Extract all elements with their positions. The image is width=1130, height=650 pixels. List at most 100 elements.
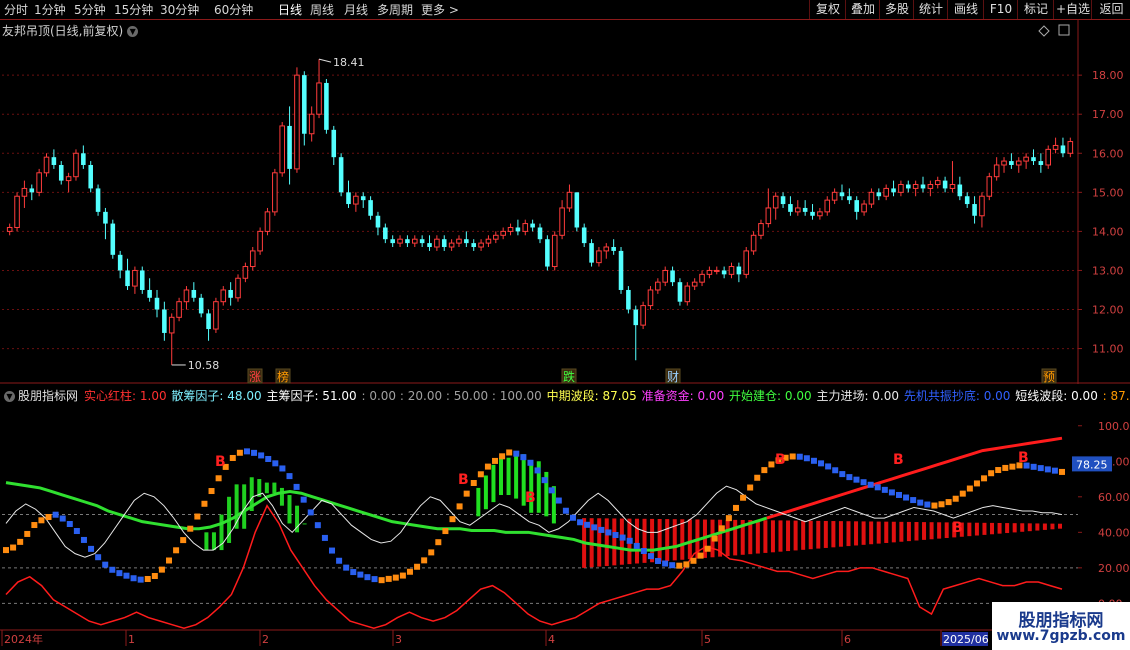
candle-body bbox=[559, 207, 565, 236]
watermark-url: www.7gpzb.com bbox=[996, 628, 1126, 644]
price-tick-label: 11.00 bbox=[1092, 343, 1124, 356]
date-label: 2025/06 bbox=[943, 633, 989, 646]
candle-body bbox=[58, 164, 64, 181]
event-marker-label: 预 bbox=[1043, 370, 1055, 384]
mid-wave-square bbox=[647, 553, 654, 560]
green-volume-bar bbox=[272, 482, 277, 494]
mid-wave-square bbox=[137, 576, 144, 583]
indicator-dropdown-icon[interactable]: ▼ bbox=[4, 391, 15, 402]
red-volume-bar bbox=[642, 518, 647, 563]
mid-wave-square bbox=[881, 486, 888, 493]
indicator-name[interactable]: 股朋指标网 bbox=[18, 389, 78, 403]
window-icon bbox=[1058, 24, 1070, 36]
mid-wave-square bbox=[329, 547, 336, 554]
mid-wave-square bbox=[307, 509, 314, 516]
mid-wave-square bbox=[215, 475, 222, 482]
candle-body bbox=[1009, 161, 1014, 165]
buy-signal-mark: B bbox=[952, 520, 963, 536]
mid-wave-square bbox=[88, 545, 95, 552]
red-volume-bar bbox=[1027, 523, 1032, 532]
red-volume-bar bbox=[869, 521, 874, 545]
candle-body bbox=[117, 254, 123, 271]
mid-wave-square bbox=[966, 485, 973, 492]
mid-wave-square bbox=[463, 490, 470, 497]
mid-wave-square bbox=[669, 562, 676, 569]
mid-wave-square bbox=[10, 544, 17, 551]
candle-body bbox=[1031, 157, 1036, 162]
red-volume-bar bbox=[1020, 523, 1025, 532]
candle-body bbox=[691, 281, 698, 287]
candle-body bbox=[331, 129, 337, 158]
green-volume-bar bbox=[476, 487, 481, 517]
candle-body bbox=[287, 125, 292, 169]
mid-wave-square bbox=[676, 562, 683, 569]
mid-wave-square bbox=[888, 489, 895, 496]
mid-wave-square bbox=[903, 494, 910, 501]
red-volume-bar bbox=[770, 520, 775, 553]
candle-body bbox=[412, 238, 418, 244]
candle-body bbox=[891, 188, 896, 193]
mid-wave-square bbox=[740, 494, 747, 501]
candle-body bbox=[868, 191, 875, 205]
date-label: 2024年 bbox=[4, 632, 43, 646]
mid-wave-square bbox=[612, 532, 619, 539]
red-volume-bar bbox=[786, 520, 791, 552]
mid-wave-square bbox=[761, 467, 768, 474]
red-volume-bar bbox=[755, 520, 760, 554]
indicator-value-8: 先机共振抄底: 0.00 bbox=[903, 389, 1015, 403]
buy-signal-mark: B bbox=[215, 454, 226, 470]
mid-wave-square bbox=[803, 455, 810, 462]
candle-body bbox=[21, 187, 28, 197]
mid-wave-square bbox=[95, 554, 102, 561]
red-volume-bar bbox=[906, 521, 911, 542]
date-label: 2 bbox=[262, 633, 269, 646]
mid-wave-square bbox=[895, 491, 902, 498]
buy-signal-mark: B bbox=[1018, 450, 1029, 466]
candle-body bbox=[1023, 156, 1029, 162]
mid-wave-square bbox=[492, 457, 499, 464]
candle-body bbox=[168, 316, 175, 334]
candle-body bbox=[979, 195, 985, 217]
event-marker-label: 榜 bbox=[277, 369, 289, 384]
mid-wave-square bbox=[449, 516, 456, 523]
mid-wave-square bbox=[258, 452, 265, 459]
red-volume-bar bbox=[725, 519, 730, 557]
indicator-value-1: 散筹因子: 48.00 bbox=[171, 389, 266, 403]
mid-wave-square bbox=[158, 566, 165, 573]
candle-body bbox=[1045, 148, 1052, 166]
price-chart[interactable]: 18.00 17.00 16.00 15.00 14.00 13.00 12.00 11.00… bbox=[0, 0, 1130, 384]
candle-body bbox=[788, 204, 793, 212]
candle-body bbox=[220, 289, 227, 303]
green-volume-bar bbox=[287, 495, 292, 524]
candle-body bbox=[566, 191, 573, 209]
mid-wave-square bbox=[662, 560, 669, 567]
candle-body bbox=[993, 164, 1000, 178]
candle-body bbox=[272, 172, 278, 213]
red-volume-bar bbox=[634, 518, 639, 564]
mid-wave-square bbox=[59, 515, 66, 522]
candle-body bbox=[6, 226, 13, 232]
candle-body bbox=[581, 227, 587, 244]
mid-wave-square bbox=[236, 449, 243, 456]
candle-body bbox=[419, 239, 425, 244]
red-volume-bar bbox=[838, 521, 843, 547]
mid-wave-square bbox=[1002, 464, 1009, 471]
mid-wave-square bbox=[421, 557, 428, 564]
indicator-value-0: 实心红柱: 1.00 bbox=[84, 389, 171, 403]
buy-signal-mark: B bbox=[775, 452, 786, 468]
candle-body bbox=[434, 238, 440, 248]
candle-body bbox=[912, 184, 919, 189]
candle-body bbox=[545, 239, 550, 267]
candle-body bbox=[427, 243, 432, 248]
mid-wave-square bbox=[208, 488, 215, 495]
mid-wave-square bbox=[385, 575, 392, 582]
candle-body bbox=[728, 266, 735, 275]
candle-body bbox=[441, 239, 447, 248]
indicator-chart[interactable]: 100.0080.0060.0040.0020.000.0078.25BBBBB… bbox=[0, 384, 1130, 650]
indicator-value-2: 主筹因子: 51.00 bbox=[266, 389, 361, 403]
price-tick-label: 14.00 bbox=[1092, 225, 1124, 238]
candle-body bbox=[198, 297, 204, 314]
candle-body bbox=[515, 227, 521, 232]
mid-wave-square bbox=[180, 537, 187, 544]
candle-body bbox=[1067, 141, 1074, 154]
